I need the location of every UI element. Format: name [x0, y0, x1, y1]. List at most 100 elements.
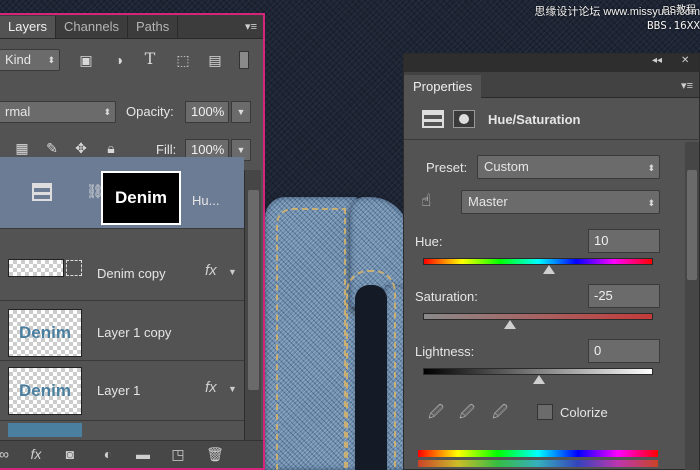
saturation-slider-knob[interactable] [504, 320, 516, 329]
layer-name[interactable]: Denim copy [97, 266, 166, 281]
tab-paths[interactable]: Paths [128, 16, 179, 38]
hue-input[interactable]: 10 [588, 229, 660, 253]
opacity-label: Opacity: [126, 104, 174, 119]
hue-saturation-adjustment-icon[interactable] [422, 110, 444, 128]
watermark-line-3: BBS.16XX [647, 19, 700, 32]
denim-stitching-inner [346, 270, 396, 470]
channel-dropdown[interactable]: Master ⬍ [461, 190, 660, 214]
properties-scrollbar-thumb[interactable] [687, 170, 697, 280]
colorize-label[interactable]: Colorize [560, 405, 608, 420]
properties-title-bar: ◂◂ ✕ [404, 54, 699, 72]
saturation-label: Saturation: [415, 289, 478, 304]
eyedropper-icon[interactable]: 🖉︎ [428, 402, 444, 427]
delete-layer-icon[interactable]: 🗑︎ [205, 446, 225, 463]
close-panel-icon[interactable]: ✕ [681, 55, 689, 66]
watermark-line-2: PS教程 [662, 5, 696, 16]
hue-slider[interactable] [423, 258, 653, 274]
layers-scrollbar-thumb[interactable] [248, 190, 259, 390]
type-filter-icon[interactable]: T [140, 50, 160, 68]
panel-menu-icon[interactable]: ▾≡ [681, 79, 693, 92]
collapse-panel-icon[interactable]: ◂◂ [652, 55, 662, 66]
tab-channels[interactable]: Channels [56, 16, 128, 38]
opacity-dropdown-button[interactable]: ▼ [231, 101, 251, 123]
mask-icon[interactable] [453, 110, 475, 128]
lightness-input[interactable]: 0 [588, 339, 660, 363]
filter-toggle-icon[interactable] [239, 51, 249, 69]
hand-target-icon[interactable]: ☝ [421, 191, 431, 211]
layers-panel: Layers Channels Paths ▾≡ Kind ⬍ ▣ ◑ T ⬚ … [0, 13, 265, 470]
thumbnail-text: Denim [19, 381, 71, 400]
properties-scrollbar[interactable] [685, 142, 699, 470]
saturation-slider[interactable] [423, 313, 653, 329]
layer-name[interactable]: Layer 1 copy [97, 325, 171, 340]
filter-kind-dropdown[interactable]: Kind ⬍ [0, 49, 60, 71]
blend-mode-dropdown[interactable]: rmal ⬍ [0, 101, 116, 123]
eyedropper-plus-icon[interactable]: 🖉︎ [459, 402, 475, 427]
preset-label: Preset: [426, 160, 468, 175]
partial-layer-thumbnail [8, 423, 82, 437]
lock-brush-icon[interactable]: ✎ [42, 139, 62, 157]
adjustment-title: Hue/Saturation [488, 112, 581, 127]
lightness-slider[interactable] [423, 368, 653, 384]
hue-saturation-adjustment-icon [32, 183, 52, 201]
blend-mode-value: rmal [5, 104, 31, 119]
layer-row-hue-saturation[interactable]: ⛓ Denim Hu... [0, 157, 244, 229]
adjustment-filter-icon[interactable]: ◑ [109, 51, 129, 69]
output-color-bar [418, 460, 658, 467]
preset-value: Custom [484, 159, 529, 174]
tab-layers[interactable]: Layers [0, 16, 57, 38]
link-layers-icon[interactable]: ∞ [0, 446, 14, 462]
add-layer-style-icon[interactable]: fx [26, 446, 46, 462]
filter-kind-value: Kind [5, 52, 32, 67]
layer-row-layer-1-copy[interactable]: Denim Layer 1 copy [0, 301, 244, 361]
add-mask-icon[interactable]: ◙ [60, 446, 80, 462]
layer-thumbnail: Denim [8, 309, 82, 357]
shape-filter-icon[interactable]: ⬚ [173, 51, 193, 69]
chevron-updown-icon: ⬍ [647, 163, 655, 173]
layer-row-layer-1[interactable]: Denim Layer 1 fx ▼ [0, 361, 244, 421]
input-color-bar [418, 450, 658, 457]
preset-dropdown[interactable]: Custom ⬍ [477, 155, 660, 179]
layer-name[interactable]: Layer 1 [97, 383, 140, 398]
adjustment-header: Hue/Saturation [404, 98, 700, 140]
chevron-updown-icon: ⬍ [47, 55, 55, 65]
new-group-icon[interactable]: ▬ [133, 446, 153, 462]
expand-effects-icon[interactable]: ▼ [228, 384, 237, 394]
vector-mask-icon [66, 260, 82, 276]
lock-all-icon[interactable]: 🔒︎ [101, 139, 121, 157]
layers-scrollbar[interactable] [244, 170, 261, 445]
layer-row-denim-copy[interactable]: Denim copy fx ▼ [0, 229, 244, 301]
lock-transparent-icon[interactable]: ▦ [12, 139, 32, 157]
properties-panel: ◂◂ ✕ Properties ▾≡ Hue/Saturation Preset… [403, 53, 700, 470]
lock-position-icon[interactable]: ✥ [71, 139, 91, 157]
hue-label: Hue: [415, 234, 443, 249]
saturation-input[interactable]: -25 [588, 284, 660, 308]
layer-name[interactable]: Hu... [192, 193, 219, 208]
eyedropper-minus-icon[interactable]: 🖉︎ [492, 402, 508, 427]
layer-effects-icon[interactable]: fx [205, 379, 217, 396]
layer-thumbnail [8, 259, 64, 277]
fill-label: Fill: [156, 142, 177, 157]
mask-thumbnail-text: Denim [115, 188, 167, 207]
pixel-filter-icon[interactable]: ▣ [76, 51, 96, 69]
colorize-checkbox[interactable] [537, 404, 553, 420]
new-adjustment-layer-icon[interactable]: ◐ [98, 446, 118, 462]
hue-slider-knob[interactable] [543, 265, 555, 274]
panel-menu-icon[interactable]: ▾≡ [245, 20, 257, 33]
thumbnail-text: Denim [19, 323, 71, 342]
channel-value: Master [468, 194, 508, 209]
denim-stitching-left [276, 208, 346, 470]
properties-tabs: Properties ▾≡ [404, 72, 699, 98]
smart-object-filter-icon[interactable]: ▤ [205, 51, 225, 69]
opacity-input[interactable]: 100% [185, 101, 229, 123]
expand-effects-icon[interactable]: ▼ [228, 267, 237, 277]
new-layer-icon[interactable]: ◳ [168, 446, 188, 463]
lightness-slider-knob[interactable] [533, 375, 545, 384]
tab-properties[interactable]: Properties [404, 75, 482, 98]
layer-thumbnail: Denim [8, 367, 82, 415]
layer-effects-icon[interactable]: fx [205, 262, 217, 279]
chevron-updown-icon: ⬍ [103, 107, 111, 117]
layer-mask-thumbnail[interactable]: Denim [101, 171, 181, 225]
lightness-label: Lightness: [415, 344, 475, 359]
layers-panel-footer: ∞ fx ◙ ◐ ▬ ◳ 🗑︎ [0, 440, 263, 468]
